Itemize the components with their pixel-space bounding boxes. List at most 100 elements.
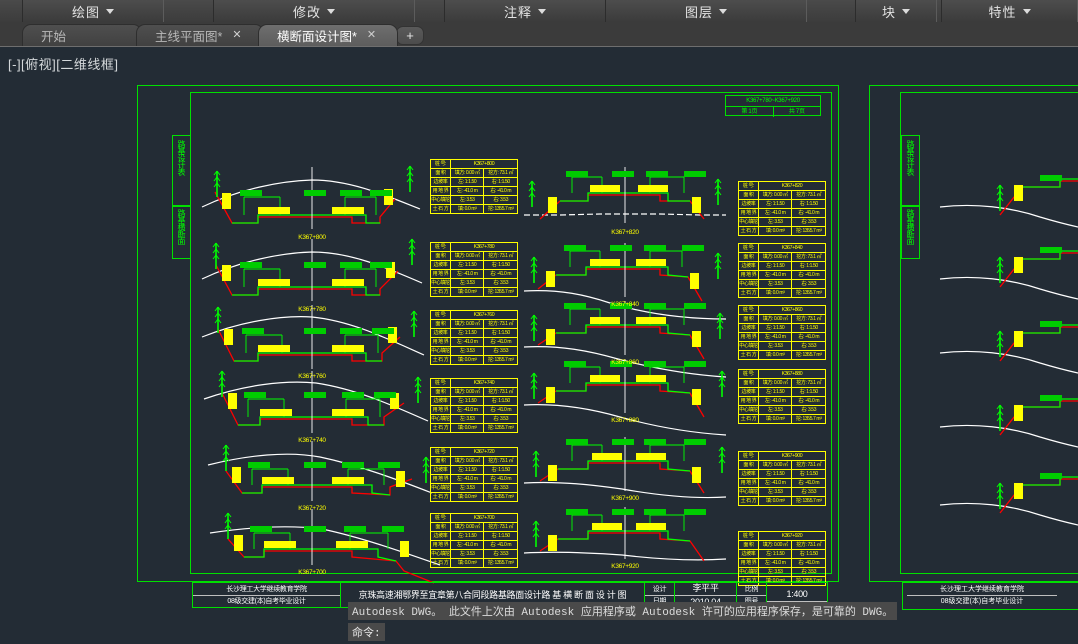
table-cell-right: 右: 1:1.50 <box>799 389 818 395</box>
table-row-label: 用 地 界 <box>431 406 451 414</box>
table-cell-right: 右: 1:1.50 <box>799 325 818 331</box>
file-tab-1[interactable]: 主线平面图* ✕ <box>136 24 264 46</box>
table-station-value: K367+800 <box>473 161 495 167</box>
table-header-label: 桩 号: <box>431 160 451 168</box>
table-cell-left: 填: 0.0 m³ <box>759 415 793 423</box>
file-tab-2[interactable]: 横断面设计图* ✕ <box>258 24 398 46</box>
table-cell-left: 左: -41.0 m <box>451 475 485 483</box>
table-cell-right: 挖: 1355.7 m³ <box>487 560 514 566</box>
table-cell-left: 左: -41.0 m <box>759 559 793 567</box>
table-cell-right: 挖: 1355.7 m³ <box>795 228 822 234</box>
sheet-inner-border-secondary <box>900 92 1078 574</box>
table-row-label: 边坡率 <box>431 261 451 269</box>
section-data-table: 桩 号: K367+920 面 积填方: 0.00 ㎡挖方: 73.1 ㎡边坡率 左:… <box>738 531 826 586</box>
header-range: K367+780~K367+920 <box>746 98 800 104</box>
ribbon-panel-label: 注释 <box>503 4 532 20</box>
viewport-label[interactable]: [-][俯视][二维线框] <box>8 54 119 73</box>
station-label: K367+700 <box>298 569 326 576</box>
table-cell-left: 填方: 0.00 ㎡ <box>759 315 793 323</box>
table-row-label: 面 积 <box>739 379 759 387</box>
command-line-area[interactable]: Autodesk DWG。 此文件上次由 Autodesk 应用程序或 Auto… <box>348 602 1078 644</box>
table-row-label: 土 石 方 <box>739 497 759 505</box>
table-header-label: 桩 号: <box>431 379 451 387</box>
ribbon-panel-5[interactable]: 特性 <box>941 0 1078 22</box>
table-cell-left: 左: -41.0 m <box>759 333 793 341</box>
table-cell-right: 右: 3.53 <box>493 348 509 354</box>
table-cell-right: 挖: 1355.7 m³ <box>795 416 822 422</box>
table-cell-left: 左: 1:1.50 <box>759 470 793 478</box>
table-row-label: 面 积 <box>431 320 451 328</box>
table-row-label: 土 石 方 <box>739 351 759 359</box>
file-tab-label: 开始 <box>41 30 67 44</box>
command-prompt[interactable]: 命令: <box>348 623 385 641</box>
table-row-label: 边坡率 <box>739 550 759 558</box>
table-station-value: K367+920 <box>781 533 803 539</box>
table-cell-left: 填: 0.0 m³ <box>451 205 485 213</box>
table-cell-left: 填: 0.0 m³ <box>759 497 793 505</box>
table-row-label: 土 石 方 <box>431 356 451 364</box>
table-station-value: K367+760 <box>473 312 495 318</box>
ribbon-panel-3[interactable]: 图层 <box>605 0 807 22</box>
table-cell-right: 右: -41.0 m <box>490 188 512 194</box>
table-cell-right: 右: -41.0 m <box>798 398 820 404</box>
table-cell-right: 右: 1:1.50 <box>491 262 510 268</box>
side-label-text-secondary: 路基设计表 <box>906 140 915 175</box>
table-row-label: 中心填挖 <box>431 347 451 355</box>
table-cell-right: 右: 1:1.50 <box>491 467 510 473</box>
design-value: 李平平 <box>675 582 736 596</box>
table-station-value: K367+840 <box>781 245 803 251</box>
table-cell-left: 左: -41.0 m <box>451 541 485 549</box>
table-cell-left: 填方: 0.00 ㎡ <box>451 252 485 260</box>
table-row-label: 土 石 方 <box>739 227 759 235</box>
table-cell-left: 填方: 0.00 ㎡ <box>451 388 485 396</box>
table-cell-left: 左: 1:1.50 <box>451 397 485 405</box>
table-cell-left: 填方: 0.00 ㎡ <box>451 169 485 177</box>
table-header-label: 桩 号: <box>431 311 451 319</box>
station-label: K367+780 <box>298 306 326 313</box>
table-row-label: 边坡率 <box>739 470 759 478</box>
table-cell-right: 挖方: 73.1 ㎡ <box>488 524 514 530</box>
table-row-label: 用 地 界 <box>739 397 759 405</box>
table-header-label: 桩 号: <box>431 243 451 251</box>
table-row-label: 面 积 <box>431 457 451 465</box>
ribbon-panel-1[interactable]: 修改 <box>213 0 415 22</box>
table-row-label: 中心填挖 <box>739 406 759 414</box>
file-tab-0[interactable]: 开始 <box>22 24 142 46</box>
table-row-label: 面 积 <box>739 253 759 261</box>
new-tab-button[interactable]: + <box>396 26 424 45</box>
table-cell-left: 填方: 0.00 ㎡ <box>759 191 793 199</box>
table-header-label: 桩 号: <box>739 452 759 460</box>
section-data-table: 桩 号: K367+900 面 积填方: 0.00 ㎡挖方: 73.1 ㎡边坡率 左:… <box>738 451 826 506</box>
table-row-label: 面 积 <box>739 315 759 323</box>
close-icon[interactable]: ✕ <box>232 30 241 41</box>
table-cell-left: 左: 1:1.50 <box>451 532 485 540</box>
section-data-table: 桩 号: K367+820 面 积填方: 0.00 ㎡挖方: 73.1 ㎡边坡率 左:… <box>738 181 826 236</box>
command-history-text: Autodesk DWG。 此文件上次由 Autodesk 应用程序或 Auto… <box>348 602 898 620</box>
table-cell-right: 右: 3.53 <box>493 485 509 491</box>
table-cell-right: 挖: 1355.7 m³ <box>795 290 822 296</box>
ribbon-panel-4[interactable]: 块 <box>855 0 937 22</box>
table-cell-left: 左: -41.0 m <box>451 338 485 346</box>
table-row-label: 用 地 界 <box>739 479 759 487</box>
table-row-label: 中心填挖 <box>431 550 451 558</box>
ribbon-panel-0[interactable]: 绘图 <box>22 0 164 22</box>
institute-line-2: 08级交建(本)自考毕业设计 <box>227 597 306 605</box>
section-data-table: 桩 号: K367+880 面 积填方: 0.00 ㎡挖方: 73.1 ㎡边坡率 左:… <box>738 369 826 424</box>
table-row-label: 面 积 <box>431 169 451 177</box>
table-cell-left: 左: -41.0 m <box>759 479 793 487</box>
table-row-label: 面 积 <box>431 388 451 396</box>
table-cell-right: 挖方: 73.1 ㎡ <box>796 254 822 260</box>
table-cell-right: 挖方: 73.1 ㎡ <box>796 462 822 468</box>
close-icon[interactable]: ✕ <box>367 30 376 41</box>
section-data-table: 桩 号: K367+720 面 积填方: 0.00 ㎡挖方: 73.1 ㎡边坡率 左:… <box>430 447 518 502</box>
ribbon-panel-2[interactable]: 注释 <box>444 0 606 22</box>
table-cell-right: 右: -41.0 m <box>798 210 820 216</box>
drawing-canvas[interactable]: [-][俯视][二维线框] 路基设计表 路基横断面 路基设计表 路基横断面 K3… <box>0 47 1078 644</box>
table-cell-right: 右: -41.0 m <box>798 480 820 486</box>
table-cell-right: 右: -41.0 m <box>490 339 512 345</box>
table-cell-right: 右: -41.0 m <box>798 334 820 340</box>
table-row-label: 用 地 界 <box>739 209 759 217</box>
table-row-label: 用 地 界 <box>431 475 451 483</box>
file-tab-label: 主线平面图* <box>155 30 223 44</box>
table-row-label: 边坡率 <box>739 262 759 270</box>
